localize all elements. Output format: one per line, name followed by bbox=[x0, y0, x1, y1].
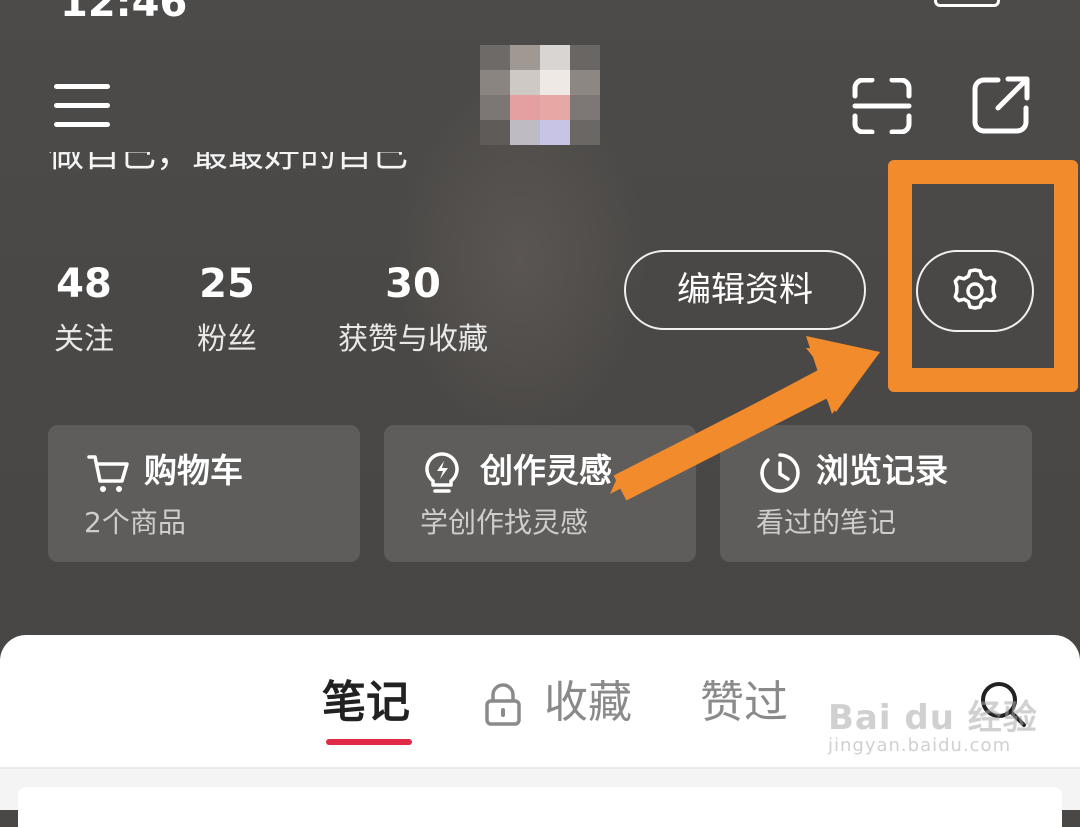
tab-collections[interactable]: 收藏 bbox=[544, 675, 632, 731]
watermark-url: jingyan.baidu.com bbox=[828, 735, 1012, 756]
notes-feed-area bbox=[0, 769, 1080, 827]
feed-card bbox=[18, 787, 1062, 827]
lock-icon bbox=[485, 683, 521, 726]
tab-notes[interactable]: 笔记 bbox=[322, 675, 410, 731]
watermark-logo: Bai du 经验 bbox=[828, 698, 1038, 738]
watermark: Bai du 经验 jingyan.baidu.com bbox=[828, 690, 1038, 756]
active-tab-indicator bbox=[326, 739, 412, 745]
tab-liked[interactable]: 赞过 bbox=[700, 675, 788, 731]
